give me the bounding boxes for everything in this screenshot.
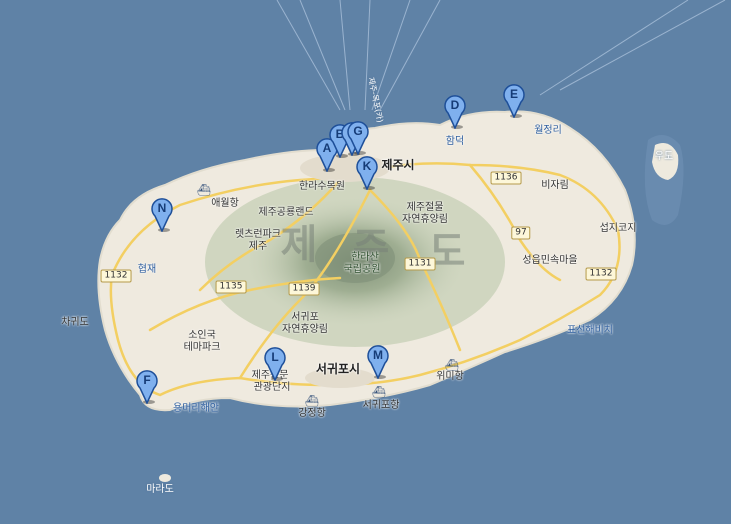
place-label-wimihang: 위미항: [436, 371, 464, 382]
place-label-marado: 마라도: [146, 484, 174, 495]
route-shield-r1139: 1139: [288, 282, 320, 296]
marker-letter: M: [373, 348, 383, 362]
place-label-hyeopjae: 협재: [137, 264, 157, 275]
place-label-chagwido: 차귀도: [61, 317, 89, 328]
route-shield-r1135: 1135: [215, 280, 247, 294]
place-label-seopjikoji: 섭지코지: [599, 223, 637, 234]
ferry-icon: ⛴: [372, 385, 386, 399]
place-label-udo: 우도: [654, 151, 674, 162]
marker-g[interactable]: G: [347, 121, 369, 155]
marker-d[interactable]: D: [444, 95, 466, 129]
place-label-jeju-city: 제주시: [381, 158, 415, 172]
marker-letter: K: [362, 159, 372, 173]
place-label-gangjeong: 강정항: [298, 408, 326, 419]
island-name-letter: 도: [428, 229, 468, 275]
ferry-icon: ⛴: [197, 183, 211, 197]
place-label-loveland1: 렛츠런파크: [235, 229, 281, 240]
marker-l[interactable]: L: [264, 347, 286, 381]
route-shield-r1131: 1131: [404, 257, 436, 271]
place-label-soingguk: 소인국: [188, 330, 216, 341]
marker-e[interactable]: E: [503, 84, 525, 118]
place-label-aewolhang: 애월항: [211, 198, 239, 209]
map-view[interactable]: 제주도 제주시 한라수목원 애월항 제주공룡랜드 제주절물 자연휴양림 함덕 월정리 비자림 우도…: [0, 0, 731, 524]
place-label-seogwipo-city: 서귀포시: [315, 362, 361, 376]
island-name-letter: 제: [280, 222, 320, 268]
place-label-themepark: 테마파크: [183, 342, 221, 353]
place-label-jayeonhyuyangnim2: 자연휴양림: [282, 324, 328, 335]
place-label-seongeup: 성읍민속마을: [522, 255, 578, 266]
marker-letter: F: [143, 373, 151, 387]
place-label-jeju-gongryong: 제주공룡랜드: [258, 207, 314, 218]
ferry-icon: ⛴: [445, 358, 459, 372]
ferry-route-lines: [276, 0, 726, 111]
place-label-bijarim: 비자림: [541, 180, 569, 191]
place-label-jeoljeol: 제주절물: [406, 202, 444, 213]
place-label-woljeongri: 월정리: [534, 125, 562, 136]
marker-letter: N: [157, 201, 167, 215]
place-label-pyoseon: 표선해비치: [567, 325, 613, 336]
route-shield-r97: 97: [511, 226, 531, 240]
marker-letter: D: [450, 98, 460, 112]
marker-m[interactable]: M: [367, 345, 389, 379]
place-label-seogwipo-forest: 서귀포: [291, 312, 319, 323]
marker-letter: L: [271, 350, 279, 364]
marker-k[interactable]: K: [356, 156, 378, 190]
marker-letter: G: [353, 124, 363, 138]
place-label-seogwipohang: 서귀포항: [362, 400, 400, 411]
route-shield-r1132-west: 1132: [100, 269, 132, 283]
place-label-hamdeok: 함덕: [445, 136, 465, 147]
place-label-hallasan-park: 국립공원: [343, 264, 381, 275]
place-label-hallasan: 한라산: [351, 252, 379, 263]
place-label-jungmun2: 관광단지: [253, 382, 291, 393]
marker-letter: E: [509, 87, 518, 101]
marado-island: [159, 474, 171, 482]
route-shield-r1132-east: 1132: [585, 267, 617, 281]
marker-n[interactable]: N: [151, 198, 173, 232]
place-label-jayeonhyuyangnim1: 자연휴양림: [402, 214, 448, 225]
ferry-icon: ⛴: [305, 394, 319, 408]
route-shield-r1136: 1136: [490, 171, 522, 185]
place-label-loveland2: 제주: [248, 241, 268, 252]
place-label-hallasumokwon: 한라수목원: [299, 181, 345, 192]
marker-f[interactable]: F: [136, 370, 158, 404]
place-label-yongmeori: 용머리해안: [173, 403, 219, 414]
